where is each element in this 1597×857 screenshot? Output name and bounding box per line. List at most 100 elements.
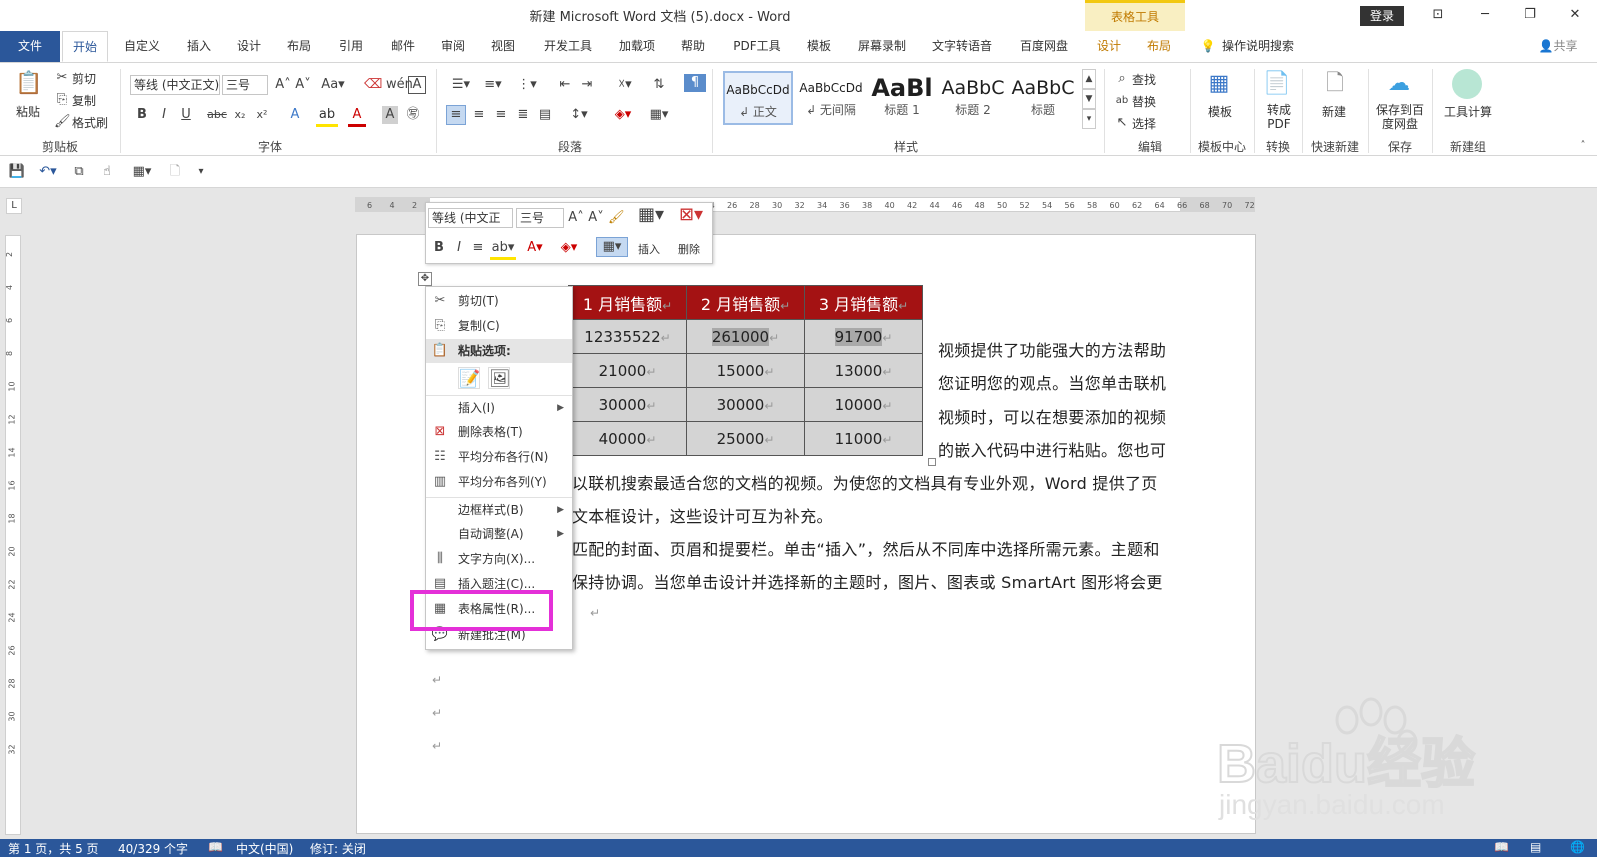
font-color-icon[interactable]: A bbox=[348, 106, 366, 127]
bullets-icon[interactable]: ☰▾ bbox=[448, 76, 474, 94]
numbering-icon[interactable]: ≡▾ bbox=[480, 76, 506, 94]
undo-icon[interactable]: ↶▾ bbox=[34, 163, 62, 181]
mini-italic-icon[interactable]: I bbox=[452, 239, 466, 257]
find-button[interactable]: 查找 bbox=[1132, 71, 1156, 88]
menu-item-text-direction[interactable]: ⫼ 文字方向(X)... bbox=[426, 547, 572, 571]
table-header-cell[interactable]: 3 月销售额↵ bbox=[804, 285, 923, 320]
tab-baidu-netdisk[interactable]: 百度网盘 bbox=[1012, 31, 1076, 62]
replace-button[interactable]: 替换 bbox=[1132, 93, 1156, 110]
paragraph-line[interactable]: 您证明您的观点。当您单击联机 bbox=[938, 370, 1166, 394]
maximize-icon[interactable]: ❐ bbox=[1515, 4, 1545, 26]
tab-screen-record[interactable]: 屏幕录制 bbox=[850, 31, 914, 62]
tab-design[interactable]: 设计 bbox=[226, 31, 272, 62]
tab-text-to-speech[interactable]: 文字转语音 bbox=[924, 31, 1000, 62]
tab-layout[interactable]: 布局 bbox=[276, 31, 322, 62]
paragraph-line[interactable]: 匹配的封面、页眉和提要栏。单击“插入”，然后从不同库中选择所需元素。主题和 bbox=[572, 536, 1160, 560]
tab-table-design[interactable]: 设计 bbox=[1086, 31, 1132, 62]
shrink-font-icon[interactable]: A˅ bbox=[294, 76, 312, 94]
table-move-handle-icon[interactable]: ✥ bbox=[418, 272, 432, 286]
align-center-icon[interactable]: ≡ bbox=[470, 106, 488, 124]
menu-item-cut[interactable]: ✂ 剪切(T) bbox=[426, 289, 572, 313]
distributed-icon[interactable]: ▤ bbox=[536, 106, 554, 124]
char-shading-icon[interactable]: A bbox=[382, 106, 398, 124]
web-layout-icon[interactable]: 🌐 bbox=[1570, 840, 1585, 854]
clear-format-icon[interactable]: ⌫ bbox=[364, 76, 382, 94]
highlight-icon[interactable]: ab bbox=[316, 106, 338, 127]
increase-indent-icon[interactable]: ⇥ bbox=[578, 76, 596, 94]
style-no-spacing[interactable]: AaBbCcDd ↲ 无间隔 bbox=[796, 71, 866, 125]
phonetic-guide-icon[interactable]: wén bbox=[386, 76, 413, 94]
menu-item-autofit[interactable]: 自动调整(A) ▶ bbox=[426, 522, 572, 546]
tab-developer[interactable]: 开发工具 bbox=[536, 31, 600, 62]
mini-highlight-icon[interactable]: ab▾ bbox=[490, 239, 516, 260]
share-button[interactable]: 👤共享 bbox=[1528, 31, 1588, 62]
align-right-icon[interactable]: ≡ bbox=[492, 106, 510, 124]
format-painter-button[interactable]: 格式刷 bbox=[72, 114, 108, 131]
tab-help[interactable]: 帮助 bbox=[670, 31, 716, 62]
mini-shrink-font-icon[interactable]: A˅ bbox=[588, 209, 604, 227]
new-button[interactable]: 新建 bbox=[1322, 103, 1346, 120]
styles-scroll-down-icon[interactable]: ▼ bbox=[1082, 89, 1096, 109]
tab-home[interactable]: 开始 bbox=[62, 31, 108, 62]
font-size-combo[interactable]: 三号 bbox=[222, 75, 268, 95]
repeat-icon[interactable]: ⧉ bbox=[70, 163, 88, 181]
mini-grow-font-icon[interactable]: A˄ bbox=[568, 209, 584, 227]
tab-addins[interactable]: 加载项 bbox=[610, 31, 664, 62]
style-heading-1[interactable]: AaBl 标题 1 bbox=[867, 71, 937, 125]
select-button[interactable]: 选择 bbox=[1132, 115, 1156, 132]
table-header-cell[interactable]: 1 月销售额↵ bbox=[568, 285, 687, 320]
mini-font-color-icon[interactable]: A▾ bbox=[522, 239, 548, 257]
tab-table-layout[interactable]: 布局 bbox=[1136, 31, 1182, 62]
mini-insert-label[interactable]: 插入 bbox=[638, 241, 660, 257]
font-name-combo[interactable]: 等线 (中文正文) bbox=[130, 75, 220, 95]
menu-item-delete-table[interactable]: ⊠ 删除表格(T) bbox=[426, 420, 572, 444]
style-normal[interactable]: AaBbCcDd ↲ 正文 bbox=[723, 71, 793, 125]
table-cell[interactable]: 40000↵ bbox=[568, 421, 687, 456]
style-title[interactable]: AaBbC 标题 bbox=[1008, 71, 1078, 125]
enclose-char-icon[interactable]: ㊢ bbox=[404, 106, 422, 124]
strikethrough-icon[interactable]: abc bbox=[206, 106, 228, 124]
change-case-icon[interactable]: Aa▾ bbox=[320, 76, 346, 94]
char-border-icon[interactable]: A bbox=[408, 76, 426, 94]
tab-view[interactable]: 视图 bbox=[480, 31, 526, 62]
table-cell[interactable]: 91700↵ bbox=[804, 319, 923, 354]
menu-item-border-styles[interactable]: 边框样式(B) ▶ bbox=[426, 497, 572, 521]
read-mode-icon[interactable]: 📖 bbox=[1494, 840, 1509, 854]
mini-font-combo[interactable]: 等线 (中文正 bbox=[428, 208, 513, 228]
tab-pdf-tools[interactable]: PDF工具 bbox=[726, 31, 788, 62]
table-resize-handle[interactable] bbox=[928, 458, 936, 466]
sales-table[interactable]: 1 月销售额↵ 2 月销售额↵ 3 月销售额↵ 12335522↵ 261000… bbox=[568, 285, 923, 456]
tab-file[interactable]: 文件 bbox=[0, 31, 60, 62]
table-cell[interactable]: 261000↵ bbox=[686, 319, 805, 354]
justify-icon[interactable]: ≣ bbox=[514, 106, 532, 124]
table-cell[interactable]: 21000↵ bbox=[568, 353, 687, 388]
proofing-icon[interactable]: 📖 bbox=[208, 840, 223, 854]
table-header-cell[interactable]: 2 月销售额↵ bbox=[686, 285, 805, 320]
page-count[interactable]: 第 1 页，共 5 页 bbox=[8, 840, 99, 857]
menu-item-insert[interactable]: 插入(I) ▶ bbox=[426, 395, 572, 419]
style-heading-2[interactable]: AaBbC 标题 2 bbox=[938, 71, 1008, 125]
align-left-icon[interactable]: ≡ bbox=[446, 105, 466, 125]
subscript-icon[interactable]: x₂ bbox=[232, 106, 248, 124]
italic-icon[interactable]: I bbox=[156, 106, 172, 124]
word-count[interactable]: 40/329 个字 bbox=[118, 840, 188, 857]
paragraph-line[interactable]: 以联机搜索最适合您的文档的视频。为使您的文档具有专业外观，Word 提供了页 bbox=[572, 470, 1158, 494]
tab-review[interactable]: 审阅 bbox=[430, 31, 476, 62]
mini-delete-label[interactable]: 删除 bbox=[678, 241, 700, 257]
mini-insert-table-icon[interactable]: ▦▾ bbox=[636, 206, 666, 224]
touch-mode-icon[interactable]: ☝ bbox=[98, 163, 116, 181]
line-spacing-icon[interactable]: ↕▾ bbox=[566, 106, 592, 124]
mini-center-icon[interactable]: ≡ bbox=[470, 239, 486, 257]
mini-format-painter-icon[interactable]: 🖌 bbox=[608, 209, 625, 227]
mini-bold-icon[interactable]: B bbox=[432, 239, 446, 257]
new-page-icon[interactable]: 🗋 bbox=[166, 163, 184, 181]
copy-button[interactable]: 复制 bbox=[72, 92, 96, 109]
show-marks-icon[interactable]: ¶ bbox=[684, 74, 706, 92]
menu-item-distribute-rows[interactable]: ☷ 平均分布各行(N) bbox=[426, 445, 572, 469]
tell-me-search[interactable]: 操作说明搜索 bbox=[1222, 31, 1306, 62]
borders-icon[interactable]: ▦▾ bbox=[646, 106, 672, 124]
styles-more-icon[interactable]: ▾ bbox=[1082, 109, 1096, 129]
grow-font-icon[interactable]: A˄ bbox=[274, 76, 292, 94]
tab-customize[interactable]: 自定义 bbox=[116, 31, 168, 62]
mini-borders-icon[interactable]: ▦▾ bbox=[596, 237, 628, 257]
